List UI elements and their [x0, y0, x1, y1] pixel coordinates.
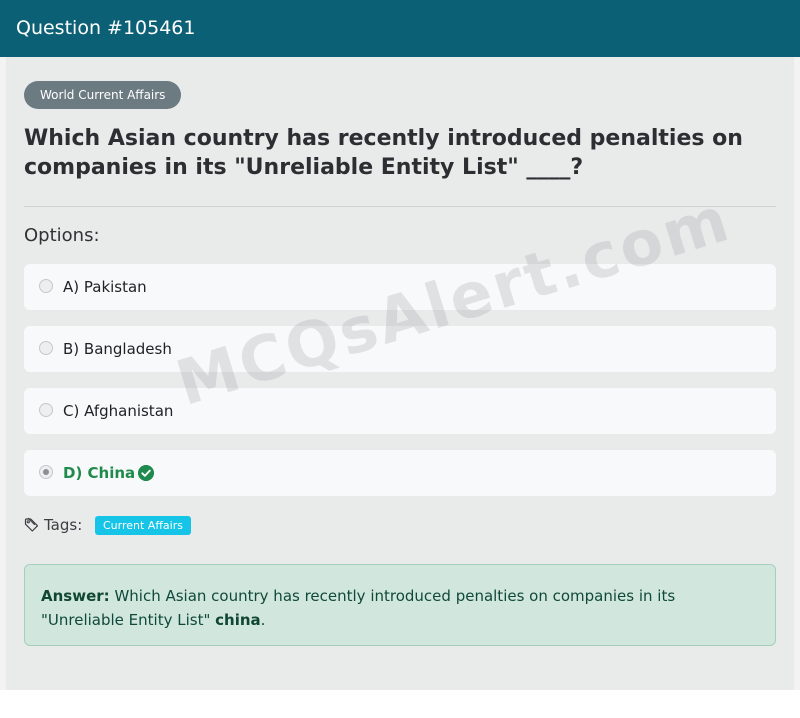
- tag-icon: [24, 517, 39, 532]
- option-b-label: B) Bangladesh: [63, 340, 172, 358]
- tag-current-affairs[interactable]: Current Affairs: [95, 516, 191, 535]
- check-circle-icon: [138, 465, 154, 481]
- option-d-radio[interactable]: [39, 465, 53, 479]
- option-b[interactable]: B) Bangladesh: [24, 326, 776, 372]
- option-a-radio[interactable]: [39, 279, 53, 293]
- answer-value: china: [215, 611, 261, 629]
- category-badge[interactable]: World Current Affairs: [24, 81, 182, 109]
- question-card: Question #105461 World Current Affairs W…: [0, 0, 800, 690]
- tags-label: Tags:: [44, 516, 83, 534]
- card-edge-right: [794, 57, 800, 690]
- option-c-label: C) Afghanistan: [63, 402, 174, 420]
- question-number-title: Question #105461: [16, 17, 196, 39]
- answer-prefix: Answer:: [41, 587, 110, 605]
- option-c-radio[interactable]: [39, 403, 53, 417]
- answer-text: Which Asian country has recently introdu…: [41, 587, 676, 629]
- option-a[interactable]: A) Pakistan: [24, 264, 776, 310]
- question-header: Question #105461: [0, 0, 800, 57]
- option-d-label: D) China: [63, 464, 136, 482]
- option-c[interactable]: C) Afghanistan: [24, 388, 776, 434]
- option-d[interactable]: D) China: [24, 450, 776, 496]
- question-text: Which Asian country has recently introdu…: [24, 126, 743, 180]
- options-label: Options:: [24, 225, 100, 246]
- option-a-label: A) Pakistan: [63, 278, 147, 296]
- option-b-radio[interactable]: [39, 341, 53, 355]
- answer-box: Answer: Which Asian country has recently…: [24, 564, 776, 646]
- answer-suffix: .: [260, 611, 266, 629]
- card-edge-left: [0, 57, 6, 690]
- divider: [24, 206, 776, 207]
